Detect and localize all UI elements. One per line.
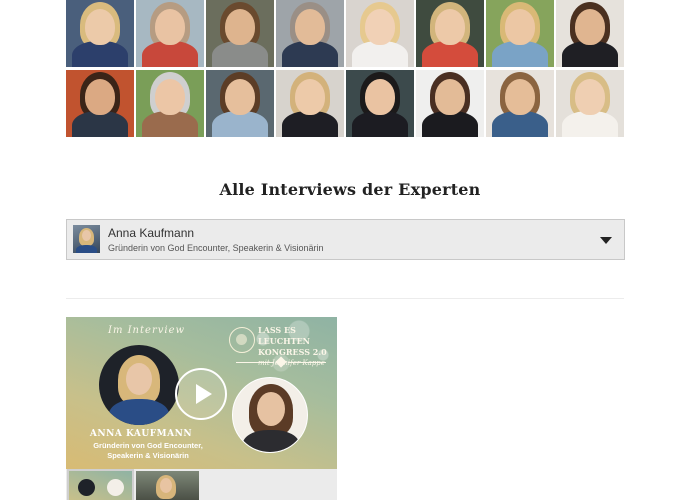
portrait-face [295,9,325,45]
portrait-face [435,9,465,45]
expert-15-portrait[interactable] [486,70,554,137]
play-icon[interactable] [175,368,227,420]
expert-9-portrait[interactable] [66,70,134,137]
selected-expert-name: Anna Kaufmann [108,226,195,240]
video-thumbnail-2[interactable] [136,471,199,500]
expert-2-portrait[interactable] [136,0,204,67]
event-title-line-3: KONGRESS 2.0 [258,347,327,357]
guest-name: ANNA KAUFMANN [89,429,193,439]
portrait-face [295,79,325,115]
portrait-face [85,79,115,115]
portrait-face [575,9,605,45]
portrait-face [505,79,535,115]
event-title-line-1: LASS ES [258,325,296,335]
portrait-face [85,9,115,45]
expert-14-portrait[interactable] [416,70,484,137]
video-thumbnail-strip [66,469,337,500]
portrait-face [225,9,255,45]
selected-expert-avatar [73,225,100,253]
video-thumbnail-1[interactable] [67,469,134,500]
portrait-face [155,79,185,115]
section-title: Alle Interviews der Experten [219,180,481,199]
host-portrait [232,377,308,453]
expert-8-portrait[interactable] [556,0,624,67]
portrait-face [225,79,255,115]
interview-select-dropdown[interactable]: Anna Kaufmann Gründerin von God Encounte… [66,219,625,260]
portrait-face [435,79,465,115]
expert-5-portrait[interactable] [346,0,414,67]
expert-7-portrait[interactable] [486,0,554,67]
portrait-face [155,9,185,45]
expert-3-portrait[interactable] [206,0,274,67]
expert-portrait-grid [66,0,624,137]
portrait-face [365,79,395,115]
guest-portrait [99,345,179,425]
portrait-face [365,9,395,45]
expert-11-portrait[interactable] [206,70,274,137]
expert-10-portrait[interactable] [136,70,204,137]
event-title-line-2: LEUCHTEN [258,336,310,346]
ornament-divider [236,356,326,368]
sun-logo-icon [229,327,255,353]
selected-expert-role: Gründerin von God Encounter, Speakerin &… [108,243,324,253]
guest-role: Gründerin von God Encounter, Speakerin &… [88,441,208,461]
guest-role-line-2: Speakerin & Visionärin [107,451,189,460]
portrait-face [575,79,605,115]
expert-12-portrait[interactable] [276,70,344,137]
portrait-face [505,9,535,45]
interview-video-player[interactable]: Im Interview LASS ES LEUCHTEN KONGRESS 2… [66,317,337,469]
expert-16-portrait[interactable] [556,70,624,137]
expert-1-portrait[interactable] [66,0,134,67]
expert-4-portrait[interactable] [276,0,344,67]
divider [66,298,624,299]
expert-13-portrait[interactable] [346,70,414,137]
expert-6-portrait[interactable] [416,0,484,67]
guest-role-line-1: Gründerin von God Encounter, [93,441,203,450]
caret-down-icon[interactable] [600,237,612,244]
video-label: Im Interview [108,325,186,336]
